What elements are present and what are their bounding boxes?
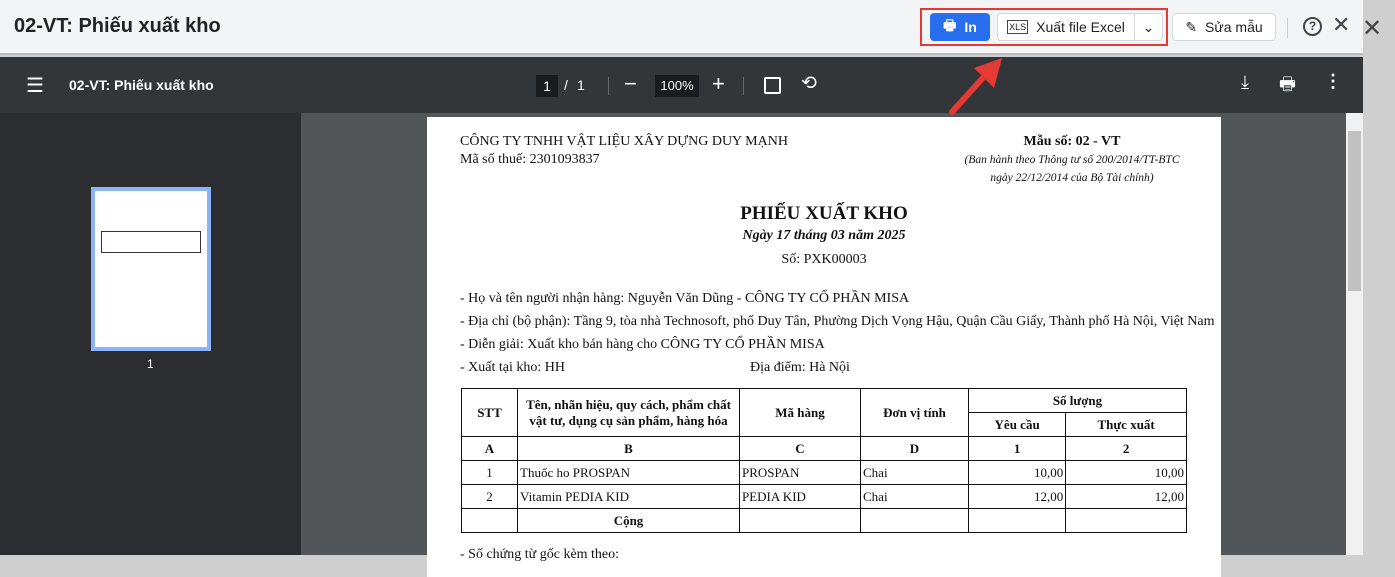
edit-template-button[interactable]: ✎ Sửa mẫu [1172, 13, 1276, 41]
document-number: Số: PXK00003 [781, 252, 867, 267]
pdf-toolbar: ☰ 02-VT: Phiếu xuất kho 1 / 1 − 100% + ⟲… [0, 57, 1363, 113]
menu-icon[interactable]: ☰ [26, 73, 44, 98]
thumbnail-label: 1 [147, 357, 154, 371]
pdf-title: 02-VT: Phiếu xuất kho [69, 77, 214, 93]
more-icon[interactable]: ⋮ [1324, 71, 1342, 92]
document-title: PHIẾU XUẤT KHO [740, 203, 908, 224]
zoom-in-icon[interactable]: + [712, 71, 725, 97]
zoom-input[interactable]: 100% [655, 75, 699, 97]
pdf-viewer: ☰ 02-VT: Phiếu xuất kho 1 / 1 − 100% + ⟲… [0, 57, 1363, 577]
tax-code: Mã số thuế: 2301093837 [460, 152, 600, 167]
scrollbar-thumb[interactable] [1348, 131, 1361, 291]
download-icon[interactable]: ⤓ [1241, 72, 1249, 93]
document-page: CÔNG TY TNHH VẬT LIỆU XÂY DỰNG DUY MẠNH … [427, 117, 1221, 577]
pencil-icon: ✎ [1185, 18, 1198, 35]
table-row: 1 Thuốc ho PROSPAN PROSPAN Chai 10,00 10,00 [461, 460, 1187, 485]
form-number: Mẫu số: 02 - VT [1023, 134, 1121, 149]
table-row: 2 Vitamin PEDIA KID PEDIA KID Chai 12,00 12,0… [461, 484, 1187, 509]
dialog-title: 02-VT: Phiếu xuất kho [14, 15, 221, 37]
document-date: Ngày 17 tháng 03 năm 2025 [742, 228, 906, 243]
close-icon[interactable]: ✕ [1332, 12, 1350, 38]
receiver: - Họ và tên người nhận hàng: Nguyễn Văn … [460, 291, 910, 306]
location: Địa điểm: Hà Nội [750, 360, 850, 375]
print-icon[interactable]: 🖶 [1279, 72, 1296, 102]
red-arrow [949, 58, 1002, 115]
close-outer-icon[interactable]: ✕ [1362, 14, 1382, 43]
attachments: - Số chứng từ gốc kèm theo: [460, 547, 620, 562]
warehouse: - Xuất tại kho: HH [460, 360, 565, 375]
dialog-header: 02-VT: Phiếu xuất kho 🖶 In XLS Xuất file E… [0, 0, 1363, 55]
total-row: Cộng [461, 508, 1187, 533]
page-total: 1 [577, 77, 585, 93]
thumbnail-sidebar: 1 [0, 113, 301, 555]
divider [1287, 18, 1288, 38]
help-icon[interactable]: ? [1303, 17, 1322, 36]
company-name: CÔNG TY TNHH VẬT LIỆU XÂY DỰNG DUY MẠNH [460, 134, 788, 149]
form-note: ngày 22/12/2014 của Bộ Tài chính) [990, 172, 1154, 184]
page-thumbnail[interactable] [91, 187, 211, 351]
page-sep: / [564, 77, 568, 93]
form-note: (Ban hành theo Thông tư số 200/2014/TT-B… [964, 154, 1180, 166]
zoom-out-icon[interactable]: − [624, 71, 637, 97]
page-input[interactable]: 1 [536, 75, 558, 97]
rotate-icon[interactable]: ⟲ [801, 72, 817, 95]
scrollbar[interactable] [1346, 113, 1363, 555]
highlight-box [920, 8, 1168, 46]
address: - Địa chỉ (bộ phận): Tầng 9, tòa nhà Tec… [460, 314, 1215, 329]
items-table: STT Tên, nhãn hiệu, quy cách, phẩm chất v… [461, 388, 1187, 533]
description: - Diễn giải: Xuất kho bán hàng cho CÔNG … [460, 337, 825, 352]
fit-page-icon[interactable] [764, 77, 781, 94]
